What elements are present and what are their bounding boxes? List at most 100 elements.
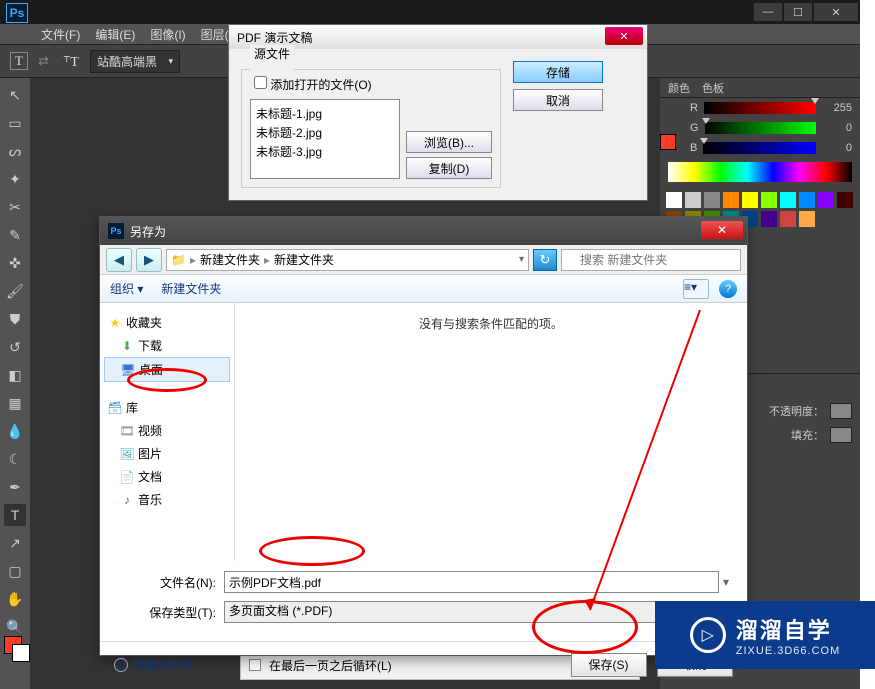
copy-button[interactable]: 复制(D) (406, 157, 492, 179)
sidebar-item-pictures[interactable]: 🖼图片 (104, 442, 230, 465)
opacity-field[interactable] (830, 403, 852, 419)
add-open-files-checkbox[interactable] (254, 76, 267, 89)
pdf-presentation-dialog: PDF 演示文稿 ✕ 源文件 添加打开的文件(O) 未标题-1.jpg 未标题-… (228, 24, 648, 201)
list-item[interactable]: 未标题-2.jpg (255, 123, 395, 142)
tab-swatches[interactable]: 色板 (702, 80, 724, 96)
browse-button[interactable]: 浏览(B)... (406, 131, 492, 153)
zoom-tool-icon[interactable]: 🔍 (4, 616, 26, 638)
crop-tool-icon[interactable]: ✂ (4, 196, 26, 218)
filename-field[interactable] (224, 571, 719, 593)
file-list-area: 没有与搜索条件匹配的项。 (235, 303, 747, 561)
pdf-dialog-close-icon[interactable]: ✕ (605, 27, 643, 45)
sidebar-item-desktop[interactable]: 🖥桌面 (104, 357, 230, 382)
tab-color[interactable]: 颜色 (668, 80, 690, 96)
minimize-button[interactable]: — (754, 3, 782, 21)
watermark: ▷ 溜溜自学 ZIXUE.3D66.COM (655, 601, 875, 669)
brush-tool-icon[interactable]: 🖌 (4, 280, 26, 302)
save-as-close-icon[interactable]: ✕ (701, 221, 743, 239)
lasso-tool-icon[interactable]: ᔕ (4, 140, 26, 162)
dodge-tool-icon[interactable]: ☾ (4, 448, 26, 470)
nav-bar: ◀ ▶ 📁 ▸ 新建文件夹 ▸ 新建文件夹 ▾ ↻ (100, 245, 747, 275)
save-as-toolbar: 组织 ▾ 新建文件夹 ≡▾ ? (100, 275, 747, 303)
source-files-list[interactable]: 未标题-1.jpg 未标题-2.jpg 未标题-3.jpg (250, 99, 400, 179)
gradient-tool-icon[interactable]: ▦ (4, 392, 26, 414)
breadcrumb[interactable]: 📁 ▸ 新建文件夹 ▸ 新建文件夹 ▾ (166, 249, 529, 271)
sidebar-item-documents[interactable]: 📄文档 (104, 465, 230, 488)
filetype-label: 保存类型(T): (114, 604, 224, 621)
path-tool-icon[interactable]: ↗ (4, 532, 26, 554)
hand-tool-icon[interactable]: ✋ (4, 588, 26, 610)
eraser-tool-icon[interactable]: ◧ (4, 364, 26, 386)
eyedropper-tool-icon[interactable]: ✎ (4, 224, 26, 246)
add-open-files-label: 添加打开的文件(O) (270, 78, 371, 92)
heal-tool-icon[interactable]: ✜ (4, 252, 26, 274)
r-label: R (690, 102, 698, 114)
r-slider[interactable] (704, 102, 816, 114)
maximize-button[interactable]: ☐ (784, 3, 812, 21)
pen-tool-icon[interactable]: ✒ (4, 476, 26, 498)
g-value[interactable]: 0 (822, 122, 852, 134)
menu-file[interactable]: 文件(F) (36, 24, 85, 45)
background-color-swatch[interactable] (12, 644, 30, 662)
empty-message: 没有与搜索条件匹配的项。 (419, 317, 563, 331)
save-as-titlebar[interactable]: Ps 另存为 ✕ (100, 217, 747, 245)
search-input[interactable] (561, 249, 741, 271)
type-tool-icon[interactable]: T (10, 52, 28, 70)
fill-field[interactable] (830, 427, 852, 443)
play-icon: ▷ (690, 617, 726, 653)
filetype-select[interactable]: 多页面文档 (*.PDF) (224, 601, 719, 623)
menu-edit[interactable]: 编辑(E) (90, 24, 140, 45)
save-button[interactable]: 保存(S) (571, 653, 647, 677)
breadcrumb-item[interactable]: 新建文件夹 (200, 251, 260, 268)
view-mode-button[interactable]: ≡▾ (683, 279, 709, 299)
stamp-tool-icon[interactable]: ⛊ (4, 308, 26, 330)
ps-logo-icon: Ps (6, 3, 28, 23)
sidebar-item-libraries[interactable]: 🗃库 (104, 396, 230, 419)
panel-fg-swatch[interactable] (660, 134, 676, 150)
b-slider[interactable] (703, 142, 816, 154)
breadcrumb-item[interactable]: 新建文件夹 (274, 251, 334, 268)
watermark-text: 溜溜自学 (736, 613, 840, 645)
g-label: G (690, 122, 699, 134)
opacity-label: 不透明度： (769, 403, 824, 419)
ps-mini-icon: Ps (108, 223, 124, 239)
list-item[interactable]: 未标题-3.jpg (255, 142, 395, 161)
type-tool-icon[interactable]: T (4, 504, 26, 526)
refresh-button[interactable]: ↻ (533, 249, 557, 271)
back-button[interactable]: ◀ (106, 248, 132, 272)
orientation-icon[interactable]: ⸆T (62, 52, 80, 70)
history-brush-icon[interactable]: ↺ (4, 336, 26, 358)
blur-tool-icon[interactable]: 💧 (4, 420, 26, 442)
sidebar-item-videos[interactable]: 🎞视频 (104, 419, 230, 442)
sidebar-item-music[interactable]: ♪音乐 (104, 488, 230, 511)
source-files-group: 源文件 添加打开的文件(O) 未标题-1.jpg 未标题-2.jpg 未标题-3… (241, 61, 501, 188)
source-files-legend: 源文件 (250, 45, 294, 62)
b-label: B (690, 142, 697, 154)
close-button[interactable]: ✕ (814, 3, 858, 21)
watermark-url: ZIXUE.3D66.COM (736, 645, 840, 657)
move-tool-icon[interactable]: ↖ (4, 84, 26, 106)
filename-label: 文件名(N): (114, 574, 224, 591)
organize-menu[interactable]: 组织 ▾ (110, 280, 143, 297)
sidebar-item-downloads[interactable]: ⬇下载 (104, 334, 230, 357)
r-value[interactable]: 255 (822, 102, 852, 114)
pdf-cancel-button[interactable]: 取消 (513, 89, 603, 111)
store-button[interactable]: 存储 (513, 61, 603, 83)
wand-tool-icon[interactable]: ✦ (4, 168, 26, 190)
help-icon[interactable]: ? (719, 280, 737, 298)
g-slider[interactable] (705, 122, 816, 134)
list-item[interactable]: 未标题-1.jpg (255, 104, 395, 123)
new-folder-button[interactable]: 新建文件夹 (161, 280, 221, 297)
marquee-tool-icon[interactable]: ▭ (4, 112, 26, 134)
hide-folders-link[interactable]: ▲ 隐藏文件夹 (114, 656, 192, 673)
forward-button[interactable]: ▶ (136, 248, 162, 272)
ps-titlebar: — ☐ ✕ (0, 0, 860, 24)
save-as-title: 另存为 (130, 223, 166, 240)
shape-tool-icon[interactable]: ▢ (4, 560, 26, 582)
menu-image[interactable]: 图像(I) (145, 24, 190, 45)
sidebar-item-favorites[interactable]: ★收藏夹 (104, 311, 230, 334)
b-value[interactable]: 0 (822, 142, 852, 154)
color-spectrum[interactable] (668, 162, 852, 182)
folder-tree[interactable]: ★收藏夹 ⬇下载 🖥桌面 🗃库 🎞视频 🖼图片 📄文档 ♪音乐 (100, 303, 235, 561)
font-family-select[interactable]: 站酷高端黑▾ (90, 50, 180, 73)
